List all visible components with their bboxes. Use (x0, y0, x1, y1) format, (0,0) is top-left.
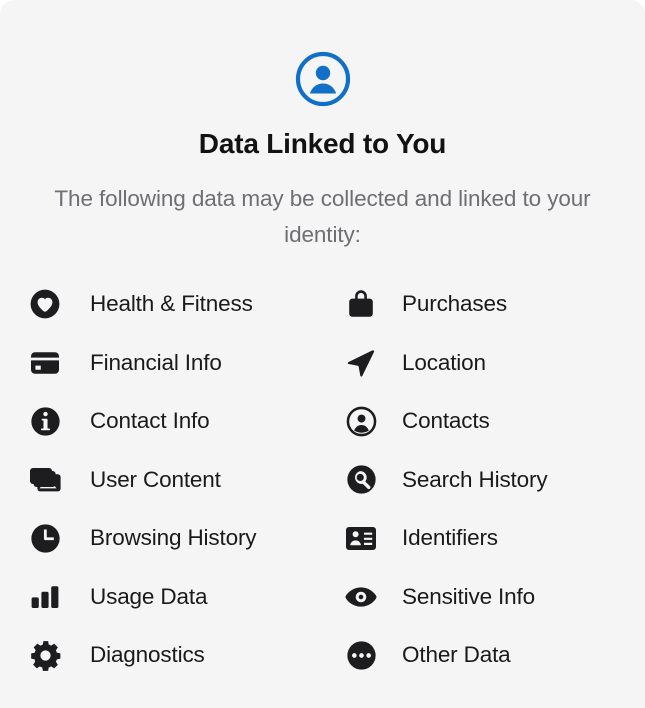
list-item-label: Search History (402, 466, 548, 492)
data-linked-to-you-panel: Data Linked to You The following data ma… (0, 0, 645, 708)
id-card-icon (344, 521, 378, 555)
list-item: Financial Info (28, 334, 338, 393)
info-circle-icon (28, 404, 62, 438)
credit-card-icon (28, 346, 62, 380)
list-item-label: Financial Info (90, 349, 222, 375)
person-circle-icon (294, 50, 352, 108)
bar-chart-icon (28, 580, 62, 614)
list-item-label: Usage Data (90, 583, 208, 609)
list-item: Other Data (338, 626, 621, 685)
list-item-label: Health & Fitness (90, 291, 253, 317)
list-item: Contacts (338, 392, 621, 451)
list-item-label: Sensitive Info (402, 583, 535, 609)
list-item-label: Identifiers (402, 525, 498, 551)
list-item-label: Contacts (402, 408, 490, 434)
page-title: Data Linked to You (198, 128, 447, 159)
list-item-label: Browsing History (90, 525, 257, 551)
list-item-label: Diagnostics (90, 642, 205, 668)
location-arrow-icon (344, 346, 378, 380)
list-item: Diagnostics (28, 626, 338, 685)
contacts-circle-icon (344, 404, 378, 438)
list-item-label: Other Data (402, 642, 511, 668)
search-circle-icon (344, 463, 378, 497)
list-item: Usage Data (28, 568, 338, 627)
heart-circle-icon (28, 287, 62, 321)
gear-icon (28, 638, 62, 672)
list-item: Contact Info (28, 392, 338, 451)
list-item-label: Purchases (402, 291, 507, 317)
list-item: Purchases (338, 275, 621, 334)
eye-icon (344, 580, 378, 614)
list-item: Search History (338, 451, 621, 510)
clock-icon (28, 521, 62, 555)
list-item-label: User Content (90, 466, 221, 492)
photo-stack-icon (28, 463, 62, 497)
ellipsis-circle-icon (344, 638, 378, 672)
list-item: Health & Fitness (28, 275, 338, 334)
list-item: Location (338, 334, 621, 393)
shopping-bag-icon (344, 287, 378, 321)
list-item-label: Contact Info (90, 408, 210, 434)
page-subtitle: The following data may be collected and … (54, 186, 591, 247)
list-item: Sensitive Info (338, 568, 621, 627)
list-item-label: Location (402, 349, 486, 375)
list-item: Browsing History (28, 509, 338, 568)
data-categories-grid: Health & Fitness Purchases Financial Inf… (0, 275, 645, 685)
list-item: Identifiers (338, 509, 621, 568)
list-item: User Content (28, 451, 338, 510)
